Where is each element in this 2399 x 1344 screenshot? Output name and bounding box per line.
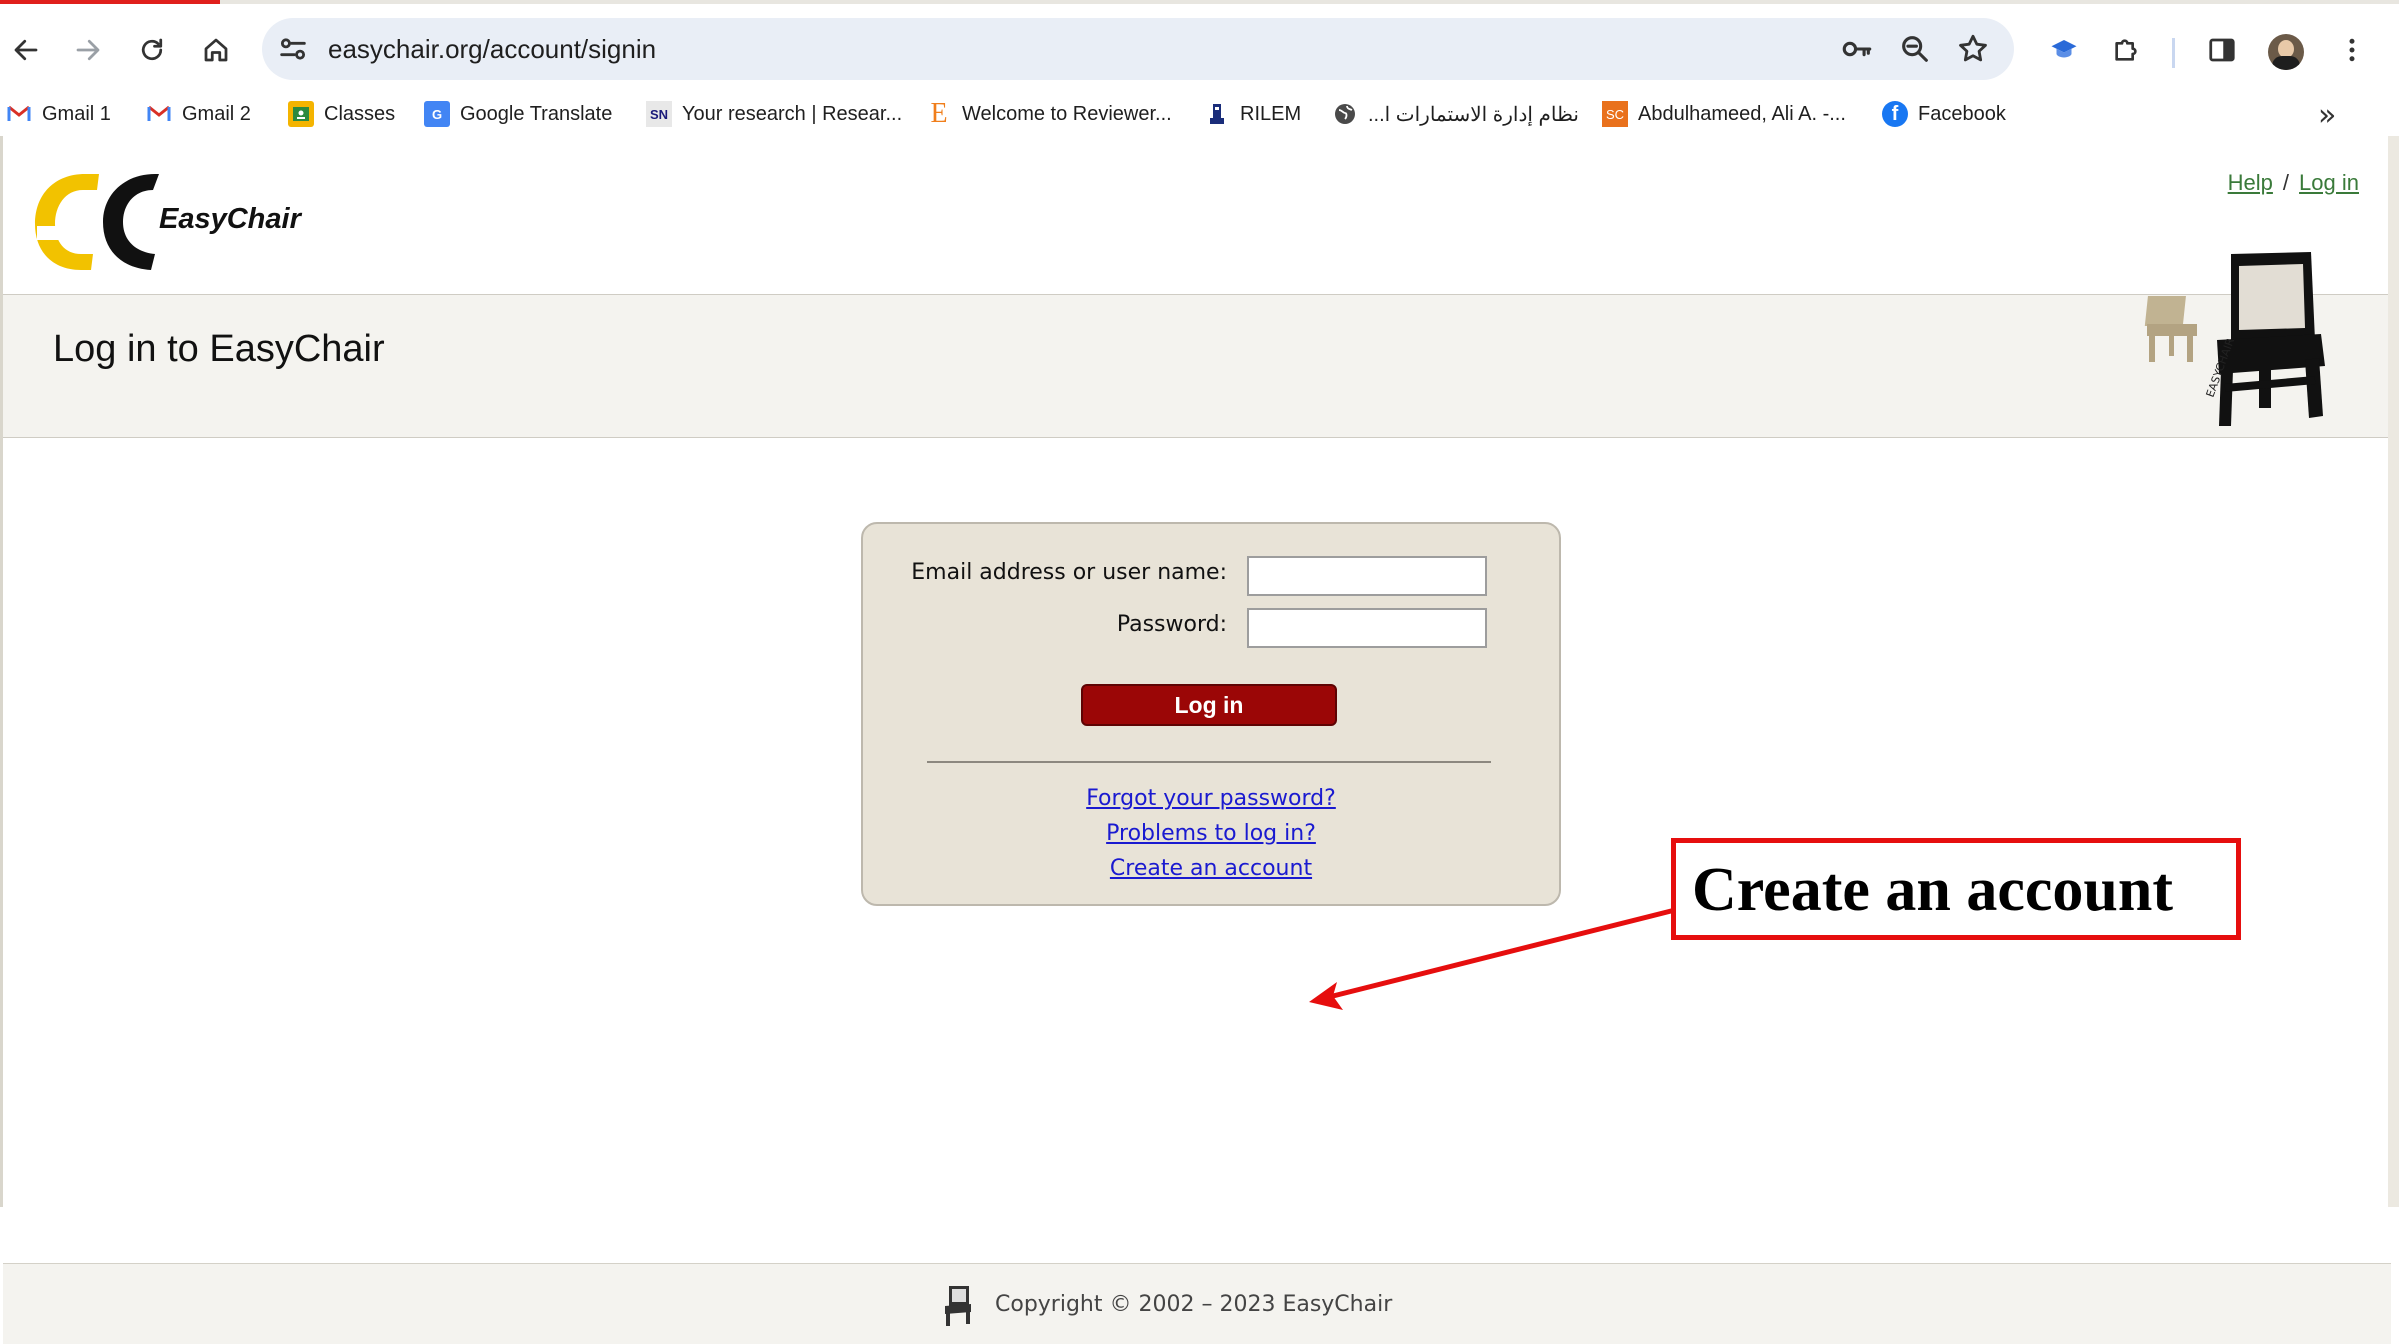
chair-logo-art: EASYCHAIR — [2144, 252, 2325, 426]
bookmarks-bar: Gmail 1 Gmail 2 Classes G Google Transla… — [0, 92, 2399, 136]
login-link[interactable]: Log in — [2299, 170, 2359, 195]
brand-name: EasyChair — [159, 203, 301, 235]
translate-icon: G — [424, 101, 450, 127]
bookmark-label: Welcome to Reviewer... — [962, 102, 1172, 125]
back-arrow-icon — [14, 39, 38, 61]
bookmark-label: Google Translate — [460, 102, 613, 125]
bookmark-classes[interactable]: Classes — [288, 98, 395, 130]
graduation-cap-icon — [2051, 40, 2077, 58]
bookmark-label: نظام إدارة الاستمارات ا... — [1368, 103, 1579, 126]
bookmark-forms-system[interactable]: نظام إدارة الاستمارات ا... — [1332, 98, 1579, 130]
bookmark-label: Your research | Resear... — [682, 102, 903, 125]
email-input[interactable] — [1247, 556, 1487, 596]
page-body: EasyChair Help / Log in Log in to EasyChai… — [0, 136, 2391, 1344]
annotation-text: Create an account — [1692, 856, 2173, 924]
bookmark-abdulhameed[interactable]: SC Abdulhameed, Ali A. -... — [1602, 98, 1846, 130]
bookmarks-overflow-button[interactable]: » — [2318, 98, 2336, 133]
annotation-arrow — [1309, 907, 1676, 1010]
bookmark-label: RILEM — [1240, 102, 1302, 125]
gmail-icon — [6, 101, 32, 127]
home-icon — [204, 38, 228, 62]
puzzle-icon — [2115, 39, 2137, 61]
globe-icon — [1332, 101, 1358, 127]
key-icon[interactable] — [1840, 32, 1874, 66]
address-bar[interactable]: easychair.org/account/signin — [262, 18, 2014, 80]
sn-icon: SN — [646, 101, 672, 127]
form-divider — [927, 761, 1491, 763]
toolbar-divider — [2172, 38, 2175, 68]
site-info-icon[interactable] — [276, 32, 310, 66]
bookmark-google-translate[interactable]: G Google Translate — [424, 98, 612, 130]
annotation-callout: Create an account — [1671, 838, 2241, 940]
bookmark-gmail-2[interactable]: Gmail 2 — [146, 98, 251, 130]
sc-icon: SC — [1602, 101, 1628, 127]
elsevier-icon: E — [930, 98, 948, 129]
home-button[interactable] — [192, 26, 240, 74]
bookmark-label: Gmail 2 — [182, 102, 251, 125]
reload-icon — [141, 38, 163, 61]
password-input[interactable] — [1247, 608, 1487, 648]
gmail-icon — [146, 101, 172, 127]
forward-button[interactable] — [64, 26, 112, 74]
bookmark-rilem[interactable]: RILEM — [1204, 98, 1301, 130]
link-separator: / — [2282, 170, 2290, 195]
rilem-icon — [1204, 101, 1230, 127]
side-panel-button[interactable] — [2202, 30, 2242, 70]
bookmark-label: Facebook — [1918, 102, 2006, 125]
back-button[interactable] — [2, 26, 50, 74]
classroom-icon — [288, 101, 314, 127]
email-label: Email address or user name: — [911, 560, 1227, 585]
bookmark-facebook[interactable]: f Facebook — [1882, 98, 2006, 130]
bookmark-label: Classes — [324, 102, 396, 125]
star-icon[interactable] — [1956, 32, 1990, 66]
create-account-link[interactable]: Create an account — [863, 856, 1559, 881]
header-links: Help / Log in — [2228, 170, 2359, 196]
password-label: Password: — [1116, 612, 1227, 637]
side-panel-icon — [2209, 38, 2235, 62]
login-submit-button[interactable]: Log in — [1081, 684, 1337, 726]
facebook-icon: f — [1882, 101, 1908, 127]
forward-arrow-icon — [76, 39, 100, 61]
help-link[interactable]: Help — [2228, 170, 2273, 195]
browser-menu-button[interactable] — [2332, 30, 2372, 70]
problems-login-link[interactable]: Problems to log in? — [863, 821, 1559, 846]
zoom-icon[interactable] — [1898, 32, 1932, 66]
bookmark-label: Gmail 1 — [42, 102, 111, 125]
forgot-password-link[interactable]: Forgot your password? — [863, 786, 1559, 811]
reload-button[interactable] — [128, 26, 176, 74]
extension-graduation-button[interactable] — [2044, 30, 2084, 70]
profile-avatar[interactable] — [2268, 34, 2304, 70]
footer-chair-icon — [945, 1286, 971, 1326]
bookmark-label: Abdulhameed, Ali A. -... — [1638, 102, 1846, 125]
login-form: Email address or user name: Password: Lo… — [861, 522, 1561, 906]
browser-toolbar: easychair.org/account/signin — [0, 4, 2399, 92]
bookmark-reviewer[interactable]: E Welcome to Reviewer... — [926, 98, 1172, 130]
url-text[interactable]: easychair.org/account/signin — [328, 32, 656, 66]
page-title: Log in to EasyChair — [53, 328, 385, 370]
copyright-text: Copyright © 2002 – 2023 EasyChair — [995, 1292, 1393, 1317]
page-right-edge — [2388, 136, 2399, 1207]
bookmark-gmail-1[interactable]: Gmail 1 — [6, 98, 111, 130]
bookmark-your-research[interactable]: SN Your research | Resear... — [646, 98, 902, 130]
extensions-button[interactable] — [2106, 30, 2146, 70]
kebab-menu-icon — [2349, 38, 2355, 62]
